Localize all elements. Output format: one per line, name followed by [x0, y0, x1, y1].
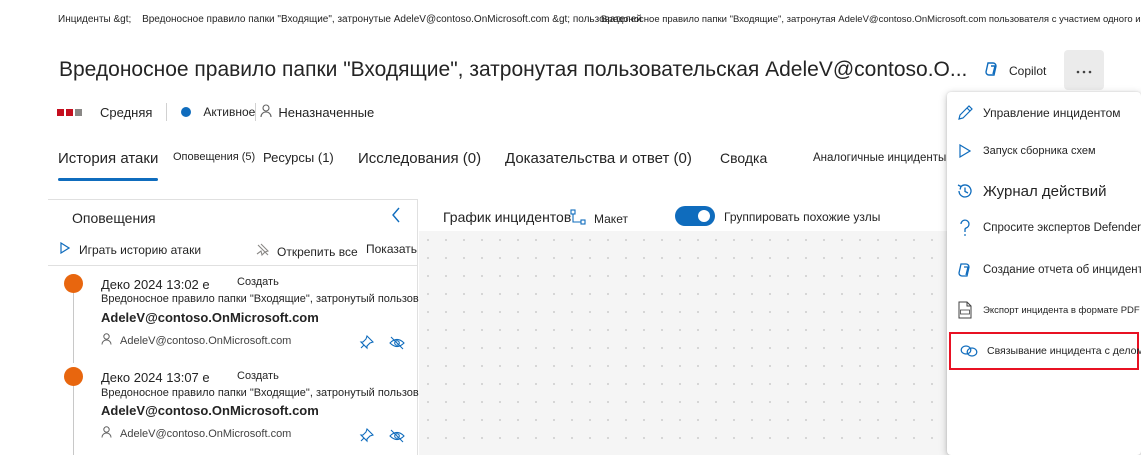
layout-label: Макет	[594, 211, 628, 226]
alert-date: Деко 2024 13:02 е	[101, 277, 210, 292]
menu-item-label: Связывание инцидента с делом	[987, 345, 1141, 357]
alert-entity: AdeleV@contoso.OnMicrosoft.com	[101, 310, 319, 325]
assignee-label[interactable]: Неназначенные	[278, 105, 374, 120]
copilot-button[interactable]: Copilot	[983, 60, 1046, 81]
menu-item-label: Создание отчета об инциденте	[983, 264, 1141, 276]
group-similar-nodes-toggle[interactable]	[675, 206, 715, 226]
alerts-actions: Играть историю атаки Открепить все Показ…	[60, 241, 439, 262]
status-icon	[181, 107, 192, 117]
play-attack-story-button[interactable]: Играть историю атаки	[60, 241, 202, 257]
tab-summary[interactable]: Сводка	[720, 150, 767, 166]
divider	[255, 103, 257, 121]
pin-icon[interactable]	[358, 427, 375, 449]
person-icon	[260, 103, 272, 121]
tab-similar-incidents[interactable]: Аналогичные инциденты (0)	[813, 152, 964, 164]
person-icon	[101, 426, 120, 441]
more-actions-menu: Управление инцидентом Запуск сборника сх…	[947, 92, 1141, 455]
pin-icon[interactable]	[358, 334, 375, 356]
menu-item-label: Спросите экспертов Defender	[983, 222, 1141, 234]
play-icon	[947, 144, 983, 158]
unpin-all-button[interactable]: Открепить все	[255, 242, 358, 261]
status-label: Активное	[203, 105, 256, 119]
breadcrumb-item-incident[interactable]: Вредоносное правило папки "Входящие", за…	[142, 14, 642, 25]
menu-item-export-pdf[interactable]: Экспорт инцидента в формате PDF	[947, 291, 1141, 329]
page-title: Вредоносное правило папки "Входящие", за…	[59, 58, 968, 81]
severity-icon	[57, 108, 84, 116]
incident-meta: Средняя Активное Неназначенные	[57, 103, 374, 121]
alert-user-name: AdeleV@contoso.OnMicrosoft.com	[120, 427, 292, 440]
alert-user-name: AdeleV@contoso.OnMicrosoft.com	[120, 334, 292, 347]
alerts-panel-title: Оповещения	[72, 210, 156, 226]
hide-icon[interactable]	[388, 335, 406, 356]
tab-alerts[interactable]: Оповещения (5)	[173, 151, 255, 163]
menu-item-create-incident-report[interactable]: Создание отчета об инциденте	[947, 251, 1141, 289]
more-actions-button[interactable]	[1064, 50, 1104, 90]
copilot-label: Copilot	[1009, 63, 1047, 78]
group-similar-nodes-label: Группировать похожие узлы	[724, 210, 881, 224]
alert-description: Вредоносное правило папки "Входящие", за…	[101, 293, 448, 305]
menu-item-activity-log[interactable]: Журнал действий	[947, 172, 1141, 210]
pencil-icon	[947, 104, 983, 122]
unpin-icon	[255, 242, 271, 261]
tab-investigations[interactable]: Исследования (0)	[358, 150, 481, 167]
play-attack-story-label: Играть историю атаки	[79, 242, 202, 257]
timeline-line	[73, 293, 74, 363]
question-icon	[947, 219, 983, 237]
menu-item-ask-defender-experts[interactable]: Спросите экспертов Defender	[947, 209, 1141, 247]
alert-create-label: Создать	[237, 276, 279, 288]
breadcrumb-item-incidents[interactable]: Инциденты &gt;	[58, 14, 131, 25]
graph-title: График инцидентов	[443, 209, 572, 225]
alert-user: AdeleV@contoso.OnMicrosoft.com	[101, 333, 291, 348]
alert-user: AdeleV@contoso.OnMicrosoft.com	[101, 426, 291, 441]
alert-description: Вредоносное правило папки "Входящие", за…	[101, 387, 448, 399]
layout-button[interactable]: Макет	[570, 209, 628, 228]
layout-icon	[570, 209, 594, 228]
severity-dot-icon	[64, 274, 83, 293]
copilot-icon	[983, 60, 1009, 81]
breadcrumb: Инциденты &gt; Вредоносное правило папки…	[58, 14, 650, 25]
hide-icon[interactable]	[388, 428, 406, 449]
menu-item-label: Экспорт инцидента в формате PDF	[983, 304, 1140, 316]
alert-entity: AdeleV@contoso.OnMicrosoft.com	[101, 403, 319, 418]
severity-label: Средняя	[100, 104, 153, 120]
alert-create-label: Создать	[237, 370, 279, 382]
history-icon	[947, 182, 983, 200]
chevron-left-icon[interactable]	[390, 206, 402, 229]
alerts-panel: Оповещения Играть историю атаки Открепит…	[48, 199, 447, 455]
more-icon	[1076, 61, 1092, 79]
timeline-line	[73, 386, 74, 455]
copilot-icon	[947, 261, 983, 279]
link-icon	[951, 344, 987, 358]
menu-item-label: Запуск сборника схем	[983, 145, 1096, 157]
breadcrumb-current: Вредоносное правило папки "Входящие", за…	[601, 14, 1141, 25]
tab-assets[interactable]: Ресурсы (1)	[263, 150, 334, 165]
divider	[166, 103, 168, 121]
tab-evidence[interactable]: Доказательства и ответ (0)	[505, 150, 692, 167]
alert-date: Деко 2024 13:07 е	[101, 370, 210, 385]
person-icon	[101, 333, 120, 348]
menu-item-label: Журнал действий	[983, 182, 1107, 200]
divider	[48, 265, 418, 266]
pdf-icon	[947, 301, 983, 319]
severity-dot-icon	[64, 367, 83, 386]
play-icon	[60, 241, 71, 257]
unpin-all-label: Открепить все	[277, 244, 358, 259]
menu-item-link-incident-to-case[interactable]: Связывание инцидента с делом	[949, 332, 1141, 370]
menu-item-label: Управление инцидентом	[983, 106, 1121, 120]
menu-item-run-playbook[interactable]: Запуск сборника схем	[947, 132, 1141, 170]
tab-attack-story[interactable]: История атаки	[58, 150, 159, 181]
menu-item-manage-incident[interactable]: Управление инцидентом	[947, 94, 1141, 132]
